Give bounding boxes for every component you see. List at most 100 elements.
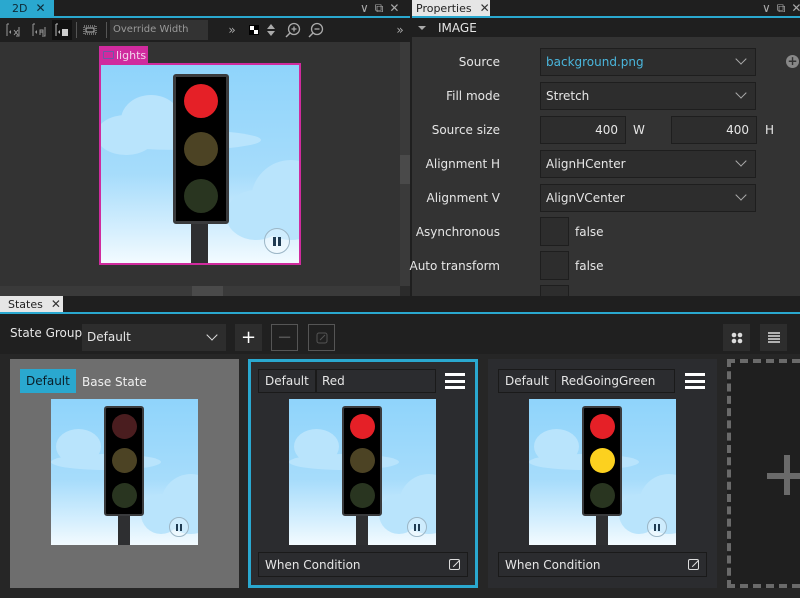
states-panel: States ✕ State Group Default + − Default… <box>0 296 800 598</box>
pause-button[interactable] <box>169 517 189 537</box>
tab-bar-states: States ✕ <box>0 296 800 314</box>
pause-icon-bar <box>176 523 178 531</box>
alignment-h-dropdown[interactable]: AlignHCenter <box>540 150 756 178</box>
default-badge[interactable]: Default <box>498 369 556 393</box>
state-card-red[interactable]: Default Red When Condition <box>248 359 478 588</box>
toolbar-separator <box>76 22 77 38</box>
state-name-input[interactable]: Red <box>316 369 436 393</box>
section-header-image[interactable]: IMAGE <box>412 18 800 37</box>
source-value: background.png <box>546 55 644 69</box>
remove-state-group-button[interactable]: − <box>271 324 298 351</box>
zoom-in-icon[interactable] <box>283 20 303 40</box>
states-cards-area: Default Base State Default Red When Cond… <box>0 354 800 598</box>
state-name-input[interactable]: RedGoingGreen <box>555 369 675 393</box>
pause-icon-bar <box>654 523 656 531</box>
chevron-down-icon <box>735 53 747 65</box>
tab-states[interactable]: States ✕ <box>0 296 63 312</box>
list-view-button[interactable] <box>760 324 787 351</box>
when-condition-label: When Condition <box>265 557 361 572</box>
close-icon[interactable]: ✕ <box>389 1 399 15</box>
auto-transform-checkbox[interactable] <box>540 251 569 280</box>
window-controls: ∨ ⧉ ✕ <box>762 0 800 16</box>
pause-icon-bar <box>180 523 182 531</box>
edit-icon[interactable] <box>449 559 460 570</box>
chevron-down-icon <box>206 329 218 341</box>
anchor-fill-icon[interactable] <box>52 20 72 40</box>
width-unit-label: W <box>633 123 645 137</box>
chevron-down-icon <box>735 155 747 167</box>
scrollbar-thumb[interactable] <box>192 286 223 296</box>
tab-2d[interactable]: 2D ✕ <box>0 0 54 16</box>
vertical-resize-icon[interactable] <box>261 20 281 40</box>
scrollbar-thumb[interactable] <box>400 155 410 184</box>
source-dropdown[interactable]: background.png <box>540 48 756 76</box>
vertical-scrollbar[interactable] <box>400 42 410 286</box>
close-icon[interactable]: ✕ <box>791 1 800 15</box>
tab-properties[interactable]: Properties ✕ <box>412 0 490 16</box>
chevron-down-icon[interactable]: ∨ <box>762 1 771 15</box>
chevron-down-icon[interactable]: ∨ <box>360 1 369 15</box>
pause-icon-bar <box>658 523 660 531</box>
when-condition-field[interactable]: When Condition <box>258 552 468 577</box>
close-icon[interactable]: ✕ <box>35 2 45 14</box>
traffic-light-housing <box>582 406 622 516</box>
state-group-value: Default <box>87 330 131 344</box>
default-badge[interactable]: Default <box>258 369 316 393</box>
close-icon[interactable]: ✕ <box>51 298 61 310</box>
add-state-button[interactable] <box>727 359 800 588</box>
selection-rect-icon[interactable] <box>80 20 100 40</box>
selected-item-frame[interactable] <box>99 63 301 265</box>
add-source-icon[interactable]: + <box>786 55 799 68</box>
undock-icon[interactable]: ⧉ <box>777 1 786 16</box>
source-height-input[interactable]: 400 <box>671 116 757 144</box>
asynchronous-value: false <box>575 225 604 239</box>
pause-icon-bar <box>278 236 281 246</box>
add-state-group-button[interactable]: + <box>235 324 262 351</box>
fill-mode-label: Fill mode <box>446 89 500 103</box>
default-badge[interactable]: Default <box>20 369 76 393</box>
overflow-icon[interactable]: » <box>222 20 242 40</box>
when-condition-field[interactable]: When Condition <box>498 552 707 577</box>
asynchronous-checkbox[interactable] <box>540 217 569 246</box>
state-name: Base State <box>82 375 147 389</box>
state-preview <box>289 399 436 545</box>
green-lamp <box>184 179 218 213</box>
edit-icon[interactable] <box>688 559 699 570</box>
alignment-v-dropdown[interactable]: AlignVCenter <box>540 184 756 212</box>
tab-states-label: States <box>8 297 43 311</box>
close-icon[interactable]: ✕ <box>480 2 490 14</box>
tab-bar-2d: 2D ✕ ∨ ⧉ ✕ <box>0 0 410 18</box>
asynchronous-label: Asynchronous <box>415 225 500 239</box>
state-group-dropdown[interactable]: Default <box>82 324 226 351</box>
source-width-input[interactable]: 400 <box>540 116 626 144</box>
state-card-base[interactable]: Default Base State <box>10 359 239 588</box>
menu-icon[interactable] <box>685 373 705 389</box>
undock-icon[interactable]: ⧉ <box>375 1 384 16</box>
alignment-h-label: Alignment H <box>425 157 500 171</box>
collapse-triangle-icon <box>418 25 426 30</box>
source-label: Source <box>458 55 500 69</box>
override-width-input[interactable]: Override Width <box>110 20 208 40</box>
grid-view-button[interactable] <box>723 324 750 351</box>
height-unit-label: H <box>765 123 775 137</box>
list-view-icon <box>767 331 780 343</box>
overflow-icon[interactable]: » <box>390 20 410 40</box>
pause-button[interactable] <box>407 517 427 537</box>
red-lamp <box>184 84 218 118</box>
selection-anchor-icon[interactable] <box>3 20 23 40</box>
fill-mode-dropdown[interactable]: Stretch <box>540 82 756 110</box>
states-toolbar: State Group Default + − <box>0 314 800 354</box>
pause-button[interactable] <box>264 228 290 254</box>
item-label-tag[interactable]: lights <box>99 46 148 64</box>
horizontal-scrollbar[interactable] <box>0 286 400 296</box>
zoom-out-icon[interactable] <box>306 20 326 40</box>
tab-2d-label: 2D <box>12 1 28 15</box>
pause-button[interactable] <box>647 517 667 537</box>
anchor-text-icon[interactable] <box>29 20 49 40</box>
menu-icon[interactable] <box>445 373 465 389</box>
edit-state-group-button[interactable] <box>308 324 335 351</box>
state-card-redgoinggreen[interactable]: Default RedGoingGreen When Condition <box>488 359 717 588</box>
yellow-lamp <box>350 448 375 473</box>
next-checkbox[interactable] <box>540 285 569 296</box>
folder-icon <box>103 51 114 59</box>
